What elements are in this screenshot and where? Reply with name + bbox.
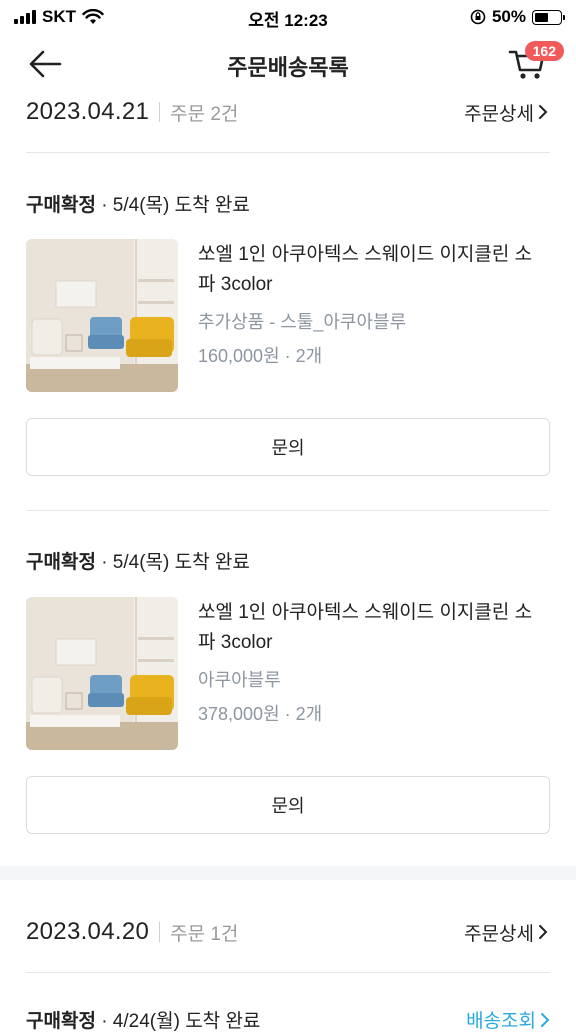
item-status: 구매확정 · 4/24(월) 도착 완료 <box>26 1006 260 1033</box>
section-gap <box>0 866 576 880</box>
status-detail: · 4/24(월) 도착 완료 <box>95 1011 261 1032</box>
item-status: 구매확정 · 5/4(목) 도착 완료 <box>26 190 250 217</box>
sofa-room-image <box>26 239 178 392</box>
product-option: 추가상품 - 스툴_아쿠아블루 <box>198 312 407 332</box>
order-count: 주문 1건 <box>170 923 239 945</box>
delivery-tracking-link[interactable]: 배송조회 <box>466 1006 550 1033</box>
inquiry-button[interactable]: 문의 <box>26 418 550 476</box>
cart-badge: 162 <box>524 41 564 61</box>
inquiry-button[interactable]: 문의 <box>26 776 550 834</box>
header: 주문배송목록 162 <box>0 34 576 94</box>
product-image[interactable] <box>26 239 178 392</box>
product-option: 아쿠아블루 <box>198 670 281 690</box>
item-status: 구매확정 · 5/4(목) 도착 완료 <box>26 547 250 574</box>
order-header: 2023.04.21 주문 2건 주문상세 <box>26 92 550 132</box>
page-title: 주문배송목록 <box>227 55 349 80</box>
chevron-right-icon <box>539 925 548 939</box>
sofa-room-image <box>26 597 178 750</box>
divider <box>159 102 161 122</box>
order-date: 2023.04.20 <box>26 918 150 945</box>
status-label: 구매확정 <box>26 195 96 216</box>
order-date: 2023.04.21 <box>26 98 150 125</box>
divider <box>26 152 550 153</box>
divider <box>159 922 161 942</box>
order-header: 2023.04.20 주문 1건 주문상세 <box>26 912 550 952</box>
order-count: 주문 2건 <box>170 103 239 125</box>
status-label: 구매확정 <box>26 552 96 573</box>
status-detail: · 5/4(목) 도착 완료 <box>95 552 250 573</box>
order-detail-label: 주문상세 <box>464 923 534 945</box>
status-detail: · 5/4(목) 도착 완료 <box>95 195 250 216</box>
status-right: 50% <box>470 7 565 27</box>
battery-icon <box>532 9 565 25</box>
battery-percent: 50% <box>491 7 526 26</box>
order-detail-link[interactable]: 주문상세 <box>464 99 548 126</box>
product-name[interactable]: 쏘엘 1인 아쿠아텍스 스웨이드 이지클린 소파 3color <box>198 598 548 658</box>
order-detail-label: 주문상세 <box>464 103 534 125</box>
order-detail-link[interactable]: 주문상세 <box>464 919 548 946</box>
divider <box>26 972 550 973</box>
orientation-lock-icon <box>470 9 486 25</box>
status-bar: SKT 오전 12:23 50% <box>0 0 576 34</box>
divider <box>26 510 550 511</box>
product-name[interactable]: 쏘엘 1인 아쿠아텍스 스웨이드 이지클린 소파 3color <box>198 240 548 300</box>
product-price: 378,000원 · 2개 <box>198 704 323 724</box>
chevron-right-icon <box>539 105 548 119</box>
product-image[interactable] <box>26 597 178 750</box>
chevron-right-icon <box>541 1012 550 1027</box>
delivery-tracking-label: 배송조회 <box>466 1011 536 1032</box>
status-label: 구매확정 <box>26 1011 96 1032</box>
product-price: 160,000원 · 2개 <box>198 346 323 366</box>
